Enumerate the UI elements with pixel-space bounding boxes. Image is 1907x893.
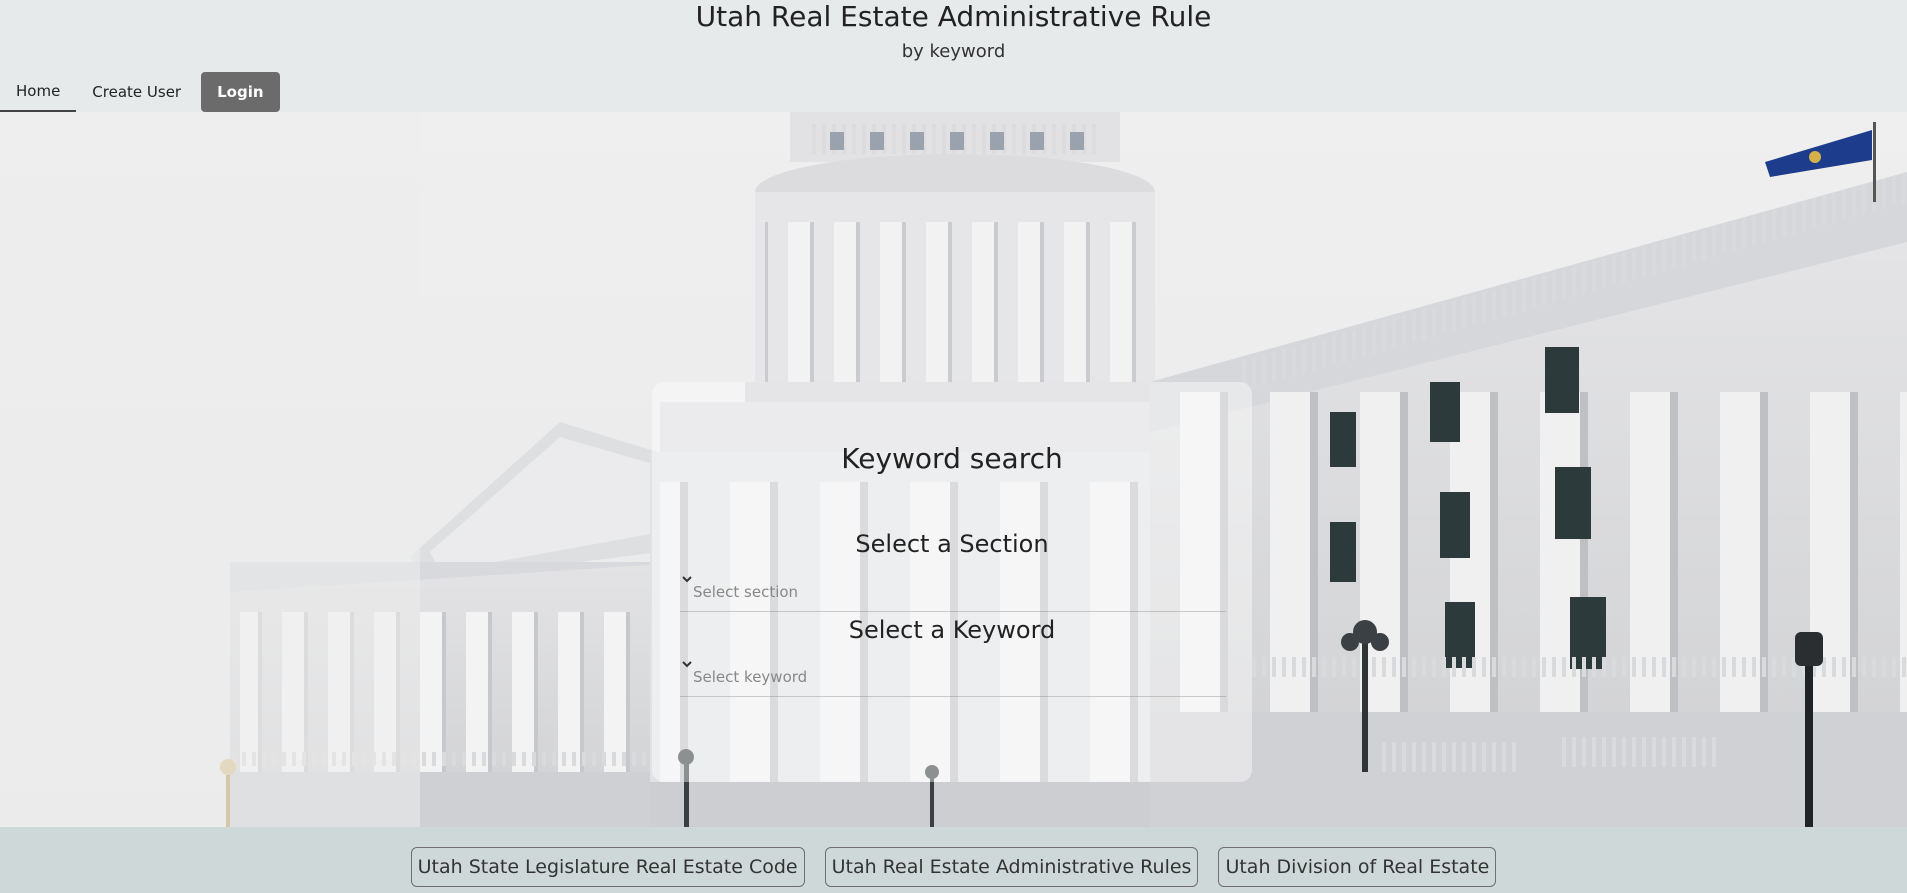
keyword-search-card: Keyword search Select a Section Select s… (652, 382, 1252, 782)
legislature-code-link[interactable]: Utah State Legislature Real Estate Code (410, 847, 805, 887)
section-select[interactable]: Select section (680, 572, 1226, 612)
page-subtitle: by keyword (901, 41, 1006, 62)
site-header: Utah Real Estate Administrative Rule by … (0, 0, 1907, 112)
site-footer: Utah State Legislature Real Estate Code … (0, 827, 1907, 893)
login-button[interactable]: Login (201, 72, 280, 112)
section-select-placeholder: Select section (693, 582, 799, 601)
chevron-down-icon (682, 576, 692, 583)
keyword-label: Select a Keyword (848, 616, 1056, 644)
dome (745, 112, 1165, 402)
chevron-down-icon (682, 661, 692, 668)
search-title: Keyword search (841, 442, 1063, 475)
nav-create-user[interactable]: Create User (76, 72, 197, 112)
keyword-select[interactable]: Select keyword (680, 657, 1226, 697)
top-nav: Home Create User Login (0, 72, 280, 112)
page-title: Utah Real Estate Administrative Rule (695, 0, 1212, 33)
footer-links: Utah State Legislature Real Estate Code … (0, 847, 1907, 887)
admin-rules-link[interactable]: Utah Real Estate Administrative Rules (824, 847, 1199, 887)
section-label: Select a Section (855, 530, 1049, 558)
hero-capitol-background: Keyword search Select a Section Select s… (0, 112, 1907, 827)
division-real-estate-link[interactable]: Utah Division of Real Estate (1218, 847, 1497, 887)
keyword-select-placeholder: Select keyword (693, 667, 808, 686)
nav-home[interactable]: Home (0, 72, 77, 112)
